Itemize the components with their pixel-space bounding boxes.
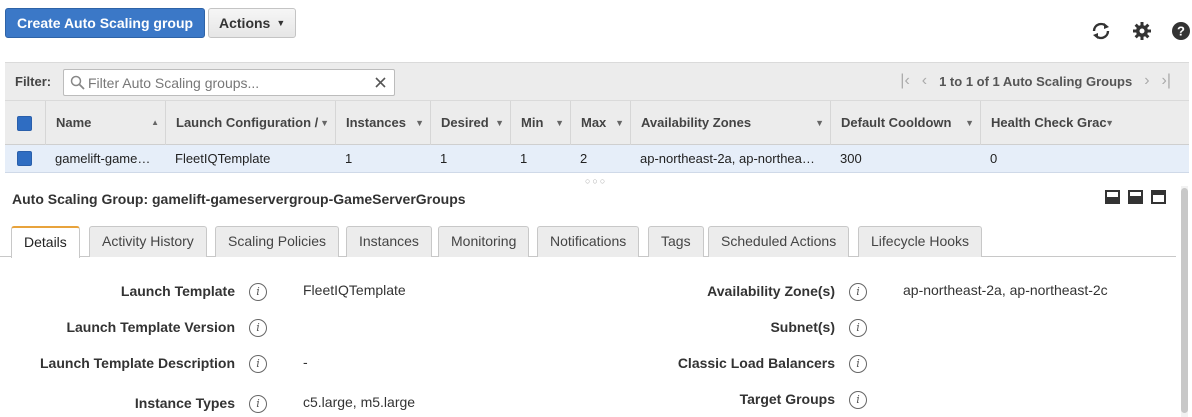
search-icon (70, 75, 85, 90)
tab-notifications[interactable]: Notifications (537, 226, 640, 257)
pane-minimize-icon[interactable] (1105, 190, 1120, 204)
column-header-launch-config[interactable]: Launch Configuration / ▼ (165, 101, 335, 145)
detail-scrollbar[interactable] (1181, 186, 1188, 417)
sort-icon: ▼ (415, 118, 424, 128)
select-all-checkbox[interactable] (17, 116, 32, 131)
pane-split-icon[interactable] (1128, 190, 1143, 204)
svg-text:?: ? (1177, 24, 1185, 39)
column-header-availability-zones[interactable]: Availability Zones ▼ (630, 101, 830, 145)
field-label-classic-load-balancers: Classic Load Balancers (677, 355, 835, 371)
tab-scaling-policies[interactable]: Scaling Policies (215, 226, 340, 257)
tab-tags[interactable]: Tags (648, 226, 704, 257)
field-label-launch-template-version: Launch Template Version (66, 319, 235, 335)
field-label-subnets: Subnet(s) (770, 319, 835, 335)
field-value-launch-template-description: - (303, 354, 308, 370)
clear-icon[interactable] (375, 77, 386, 88)
cell-name: gamelift-game… (55, 151, 151, 166)
filter-input[interactable] (88, 74, 368, 92)
sort-icon: ▼ (555, 118, 564, 128)
cell-instances: 1 (345, 151, 353, 166)
field-label-target-groups: Target Groups (739, 391, 835, 407)
filter-bar: Filter: |‹ ‹ 1 to 1 of 1 Auto Scaling Gr… (5, 62, 1189, 100)
field-label-launch-template-description: Launch Template Description (40, 355, 235, 371)
actions-label: Actions (219, 15, 271, 31)
pane-maximize-icon[interactable] (1151, 190, 1166, 204)
column-header-max[interactable]: Max ▼ (570, 101, 630, 145)
info-icon[interactable]: i (849, 319, 867, 337)
gear-icon[interactable] (1131, 20, 1153, 42)
cell-zones: ap-northeast-2a, ap-northea… (640, 151, 815, 166)
field-label-availability-zones: Availability Zone(s) (707, 283, 835, 299)
info-icon[interactable]: i (249, 283, 267, 301)
row-checkbox[interactable] (17, 151, 32, 166)
info-icon[interactable]: i (249, 355, 267, 373)
info-icon[interactable]: i (849, 355, 867, 373)
tab-instances[interactable]: Instances (346, 226, 432, 257)
scrollbar-thumb[interactable] (1181, 188, 1188, 413)
pagination-text: 1 to 1 of 1 Auto Scaling Groups (939, 73, 1133, 89)
auto-scaling-groups-table: Name ▲ Launch Configuration / ▼ Instances ▼… (5, 100, 1189, 173)
info-icon[interactable]: i (249, 395, 267, 413)
tab-activity-history[interactable]: Activity History (89, 226, 207, 257)
cell-cooldown: 300 (840, 151, 862, 166)
field-label-launch-template: Launch Template (120, 283, 235, 299)
tab-details[interactable]: Details (11, 226, 80, 258)
column-header-min[interactable]: Min ▼ (510, 101, 570, 145)
column-header-instances[interactable]: Instances ▼ (335, 101, 430, 145)
info-icon[interactable]: i (249, 319, 267, 337)
cell-max: 2 (580, 151, 588, 166)
filter-box (63, 69, 395, 96)
prev-page-icon[interactable]: ‹ (922, 72, 927, 90)
info-icon[interactable]: i (849, 283, 867, 301)
sort-icon: ▼ (320, 118, 329, 128)
column-header-health-check-grace[interactable]: Health Check Grac ▼ (980, 101, 1120, 145)
tab-scheduled-actions[interactable]: Scheduled Actions (708, 226, 850, 257)
table-row[interactable]: gamelift-game… FleetIQTemplate 1 1 1 2 a… (5, 145, 1189, 173)
last-page-icon[interactable]: ›| (1162, 72, 1171, 90)
table-header: Name ▲ Launch Configuration / ▼ Instances ▼… (5, 100, 1189, 145)
column-header-name[interactable]: Name ▲ (45, 101, 165, 145)
create-auto-scaling-group-button[interactable]: Create Auto Scaling group (5, 8, 206, 38)
column-header-desired[interactable]: Desired ▼ (430, 101, 510, 145)
sort-icon: ▼ (1105, 118, 1114, 128)
cell-desired: 1 (440, 151, 448, 166)
cell-launch-config: FleetIQTemplate (175, 151, 271, 166)
sort-icon: ▼ (815, 118, 824, 128)
help-icon[interactable]: ? (1170, 20, 1192, 42)
detail-title: Auto Scaling Group: gamelift-gameserverg… (12, 191, 466, 207)
sort-icon: ▼ (615, 118, 624, 128)
pane-resize-handle[interactable]: ○○○ (585, 176, 607, 186)
field-value-instance-types: c5.large, m5.large (303, 394, 416, 410)
info-icon[interactable]: i (849, 391, 867, 409)
chevron-down-icon: ▼ (276, 18, 286, 28)
field-value-launch-template: FleetIQTemplate (303, 282, 406, 298)
sort-icon: ▼ (965, 118, 974, 128)
first-page-icon[interactable]: |‹ (900, 72, 909, 90)
pane-layout-controls (1105, 190, 1166, 204)
field-value-availability-zones: ap-northeast-2a, ap-northeast-2c (903, 282, 1108, 298)
tab-monitoring[interactable]: Monitoring (438, 226, 530, 257)
pagination: |‹ ‹ 1 to 1 of 1 Auto Scaling Groups › ›… (894, 72, 1177, 90)
tab-lifecycle-hooks[interactable]: Lifecycle Hooks (858, 226, 983, 257)
next-page-icon[interactable]: › (1144, 72, 1149, 90)
column-header-default-cooldown[interactable]: Default Cooldown ▼ (830, 101, 980, 145)
filter-label: Filter: (15, 74, 52, 89)
actions-dropdown-button[interactable]: Actions ▼ (208, 8, 297, 38)
cell-min: 1 (520, 151, 528, 166)
refresh-icon[interactable] (1090, 20, 1112, 42)
cell-health-grace: 0 (990, 151, 998, 166)
detail-tabs: Details Activity History Scaling Policie… (0, 225, 1176, 258)
toolbar: Create Auto Scaling group Actions ▼ ? (0, 0, 1192, 62)
sort-icon: ▼ (495, 118, 504, 128)
sort-asc-icon: ▲ (151, 118, 159, 127)
field-label-instance-types: Instance Types (134, 395, 235, 411)
